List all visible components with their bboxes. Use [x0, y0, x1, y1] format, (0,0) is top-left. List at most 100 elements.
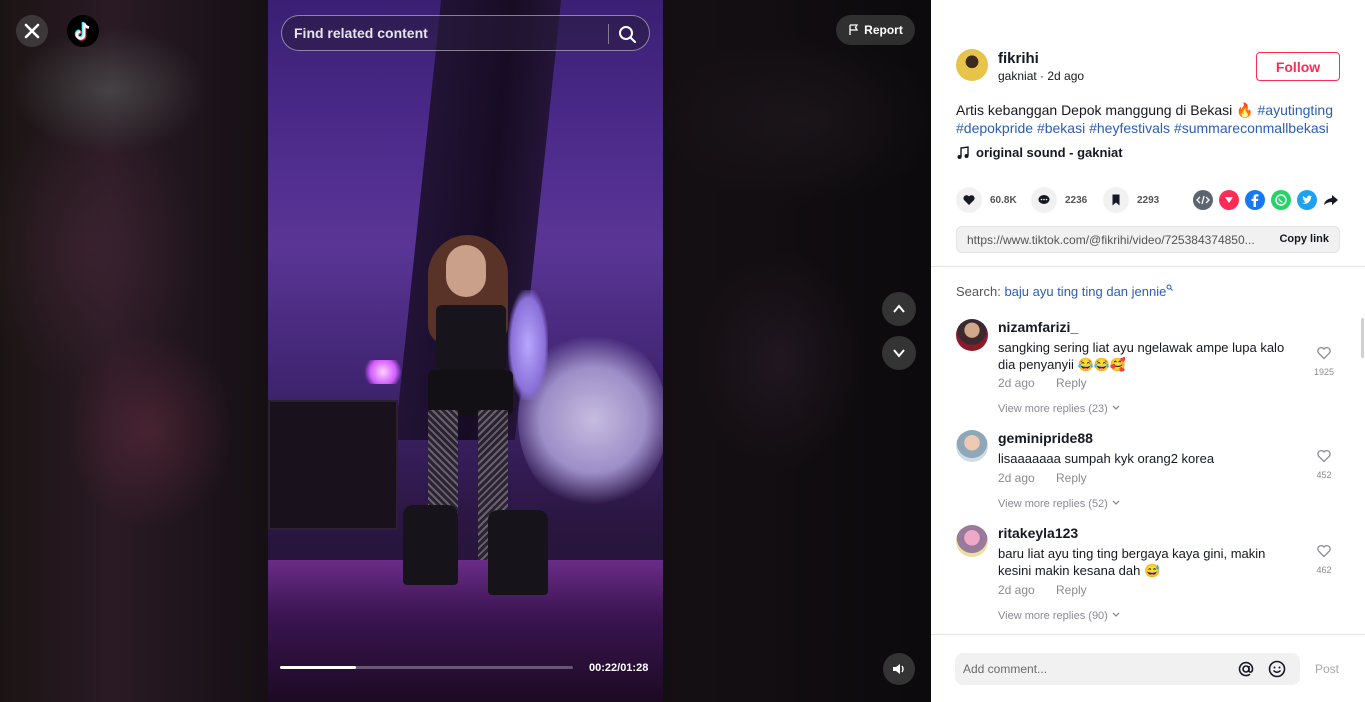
- view-replies-label: View more replies (23): [998, 403, 1108, 415]
- music-note-icon: [957, 145, 969, 159]
- comment-like[interactable]: 462: [1311, 543, 1337, 575]
- like-count: 60.8K: [990, 194, 1017, 206]
- comment-action[interactable]: 2236: [1031, 187, 1087, 213]
- comment-username[interactable]: nizamfarizi_: [998, 319, 1078, 335]
- emoji-icon[interactable]: [1267, 659, 1287, 679]
- comment-box: [955, 653, 1300, 685]
- save-count: 2293: [1137, 194, 1160, 206]
- volume-icon: [893, 664, 904, 674]
- video-time: 00:22/01:28: [589, 662, 649, 674]
- search-suggestion-label: Search:: [956, 284, 1001, 299]
- heart-outline-icon: [1317, 544, 1331, 558]
- save-action[interactable]: 2293: [1103, 187, 1159, 213]
- chevron-down-icon: [1112, 500, 1120, 505]
- bookmark-icon[interactable]: [1103, 187, 1129, 213]
- post-button[interactable]: Post: [1315, 662, 1339, 676]
- avatar[interactable]: [956, 319, 988, 351]
- mention-icon[interactable]: [1236, 659, 1256, 679]
- search-suggestion-query[interactable]: baju ayu ting ting dan jennie: [1004, 284, 1166, 299]
- hashtag-link[interactable]: #ayutingting: [1258, 102, 1334, 118]
- comment-input[interactable]: [963, 653, 1223, 685]
- heart-icon[interactable]: [956, 187, 982, 213]
- flag-icon: [849, 24, 859, 35]
- related-search: [281, 15, 650, 51]
- reply-button[interactable]: Reply: [1056, 471, 1087, 485]
- details-panel: fikrihi gakniat · 2d ago Follow Artis ke…: [931, 0, 1365, 702]
- comment-like[interactable]: 452: [1311, 448, 1337, 480]
- report-label: Report: [864, 23, 903, 37]
- comment-composer: Post: [931, 634, 1365, 702]
- video-pink-light: [363, 360, 403, 384]
- comment-like[interactable]: 1925: [1311, 345, 1337, 377]
- view-replies-button[interactable]: View more replies (23): [998, 403, 1121, 415]
- reply-button[interactable]: Reply: [1056, 583, 1087, 597]
- previous-video-button[interactable]: [882, 292, 916, 326]
- music-title: original sound - gakniat: [976, 145, 1123, 160]
- chevron-down-icon: [893, 349, 905, 358]
- search-suggestion[interactable]: Search: baju ayu ting ting dan jennie: [956, 284, 1174, 299]
- comment-text: baru liat ayu ting ting bergaya kaya gin…: [998, 546, 1266, 578]
- author-avatar[interactable]: [956, 49, 988, 81]
- chevron-up-icon: [893, 304, 905, 313]
- comment-count: 2236: [1065, 194, 1088, 206]
- like-action[interactable]: 60.8K: [956, 187, 1017, 213]
- next-video-button[interactable]: [882, 336, 916, 370]
- comment-time: 2d ago: [998, 376, 1035, 390]
- section-divider: [931, 266, 1365, 267]
- video-panel: Report 00:22/01:28: [0, 0, 931, 702]
- twitter-icon[interactable]: [1297, 190, 1317, 210]
- chevron-down-icon: [1112, 405, 1120, 410]
- video-progress-fill: [280, 666, 357, 669]
- report-button[interactable]: Report: [836, 15, 915, 45]
- search-small-icon: [1166, 284, 1174, 291]
- search-divider: [608, 24, 609, 44]
- embed-icon[interactable]: [1193, 190, 1213, 210]
- facebook-icon[interactable]: [1245, 190, 1265, 210]
- heart-outline-icon: [1317, 449, 1331, 463]
- close-icon[interactable]: [16, 15, 48, 47]
- comment-item: ritakeyla123 baru liat ayu ting ting ber…: [956, 525, 1346, 625]
- chevron-down-icon: [1112, 612, 1120, 617]
- avatar[interactable]: [956, 525, 988, 557]
- copy-link-button[interactable]: Copy link: [1279, 233, 1329, 245]
- view-replies-label: View more replies (52): [998, 498, 1108, 510]
- comment-item: geminipride88 lisaaaaaaa sumpah kyk oran…: [956, 430, 1346, 515]
- caption-text: Artis kebanggan Depok manggung di Bekasi…: [956, 102, 1254, 118]
- comment-item: nizamfarizi_ sangking sering liat ayu ng…: [956, 319, 1346, 419]
- tiktok-logo-icon[interactable]: [67, 15, 99, 47]
- comment-username[interactable]: geminipride88: [998, 430, 1093, 446]
- hashtag-link[interactable]: #bekasi: [1037, 120, 1085, 136]
- comment-icon[interactable]: [1031, 187, 1057, 213]
- music-link[interactable]: original sound - gakniat: [956, 145, 1123, 160]
- whatsapp-icon[interactable]: [1271, 190, 1291, 210]
- hashtag-link[interactable]: #heyfestivals: [1089, 120, 1170, 136]
- comment-time: 2d ago: [998, 471, 1035, 485]
- author-name[interactable]: fikrihi: [998, 50, 1039, 67]
- volume-button[interactable]: [883, 653, 915, 685]
- view-replies-label: View more replies (90): [998, 610, 1108, 622]
- search-icon[interactable]: [615, 22, 639, 46]
- hashtag-link[interactable]: #depokpride: [956, 120, 1033, 136]
- view-replies-button[interactable]: View more replies (52): [998, 498, 1121, 510]
- related-search-input[interactable]: [294, 16, 604, 50]
- heart-outline-icon: [1317, 346, 1331, 360]
- comment-username[interactable]: ritakeyla123: [998, 525, 1078, 541]
- video-amplifier: [268, 400, 398, 530]
- pinterest-icon[interactable]: [1219, 190, 1239, 210]
- video-progress-bar[interactable]: [280, 666, 573, 669]
- share-arrow-icon[interactable]: [1321, 190, 1341, 210]
- reply-button[interactable]: Reply: [1056, 376, 1087, 390]
- comment-time: 2d ago: [998, 583, 1035, 597]
- video-player[interactable]: [268, 0, 663, 702]
- share-link-box: https://www.tiktok.com/@fikrihi/video/72…: [956, 226, 1340, 253]
- avatar[interactable]: [956, 430, 988, 462]
- author-subline: gakniat · 2d ago: [998, 69, 1085, 83]
- hashtag-link[interactable]: #summareconmallbekasi: [1174, 120, 1329, 136]
- comment-like-count: 452: [1316, 470, 1332, 480]
- view-replies-button[interactable]: View more replies (90): [998, 610, 1121, 622]
- comment-text: lisaaaaaaa sumpah kyk orang2 korea: [998, 451, 1215, 466]
- follow-button[interactable]: Follow: [1256, 52, 1340, 81]
- comments-scrollbar[interactable]: [1361, 318, 1364, 358]
- share-link-url[interactable]: https://www.tiktok.com/@fikrihi/video/72…: [967, 233, 1255, 247]
- post-caption: Artis kebanggan Depok manggung di Bekasi…: [956, 101, 1341, 137]
